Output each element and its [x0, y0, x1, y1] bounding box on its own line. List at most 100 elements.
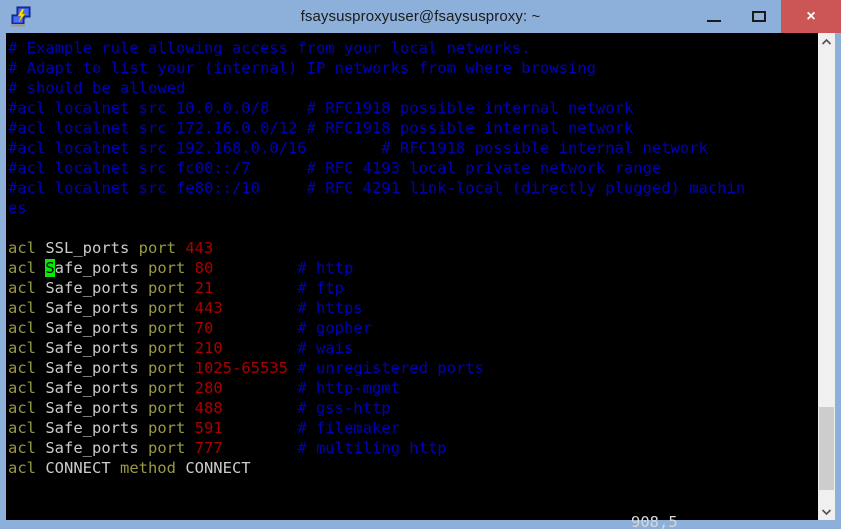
- terminal-text: acl: [8, 239, 46, 257]
- terminal-text: Safe_ports: [45, 339, 148, 357]
- terminal-text: acl: [8, 279, 46, 297]
- terminal-text: acl: [8, 399, 46, 417]
- close-button[interactable]: ×: [781, 0, 841, 33]
- terminal-text: # filemaker: [297, 419, 400, 437]
- terminal-text: 21: [194, 279, 214, 297]
- terminal-text: #acl localnet src 192.168.0.0/16 # RFC19…: [8, 139, 708, 157]
- cursor-position: 908,5: [631, 513, 678, 529]
- vertical-scrollbar[interactable]: [818, 33, 835, 520]
- terminal-text: # wais: [297, 339, 354, 357]
- terminal-line: es: [8, 198, 818, 218]
- terminal-text: #acl localnet src fc00::/7 # RFC 4193 lo…: [8, 159, 662, 177]
- terminal-text: port: [147, 339, 195, 357]
- terminal-text: port: [147, 279, 195, 297]
- terminal-text: Safe_ports: [45, 359, 148, 377]
- terminal-text: acl: [8, 339, 46, 357]
- terminal-text: port: [147, 319, 195, 337]
- maximize-button[interactable]: [736, 0, 781, 33]
- terminal-text: #acl localnet src 172.16.0.0/12 # RFC191…: [8, 119, 634, 137]
- terminal-line: acl SSL_ports port 443: [8, 238, 818, 258]
- terminal-text: port: [147, 379, 195, 397]
- terminal-line: acl Safe_ports port 777 # multiling http: [8, 438, 818, 458]
- chevron-down-icon: [821, 508, 832, 515]
- terminal-text: # http: [297, 259, 354, 277]
- terminal-text-area[interactable]: # Example rule allowing access from your…: [6, 33, 818, 520]
- terminal-text: acl: [8, 379, 46, 397]
- terminal-text: acl: [8, 439, 46, 457]
- putty-icon: [9, 5, 33, 29]
- terminal-window: fsaysusproxyuser@fsaysusproxy: ~ × # Exa…: [0, 0, 841, 529]
- chevron-up-icon: [821, 38, 832, 45]
- window-controls: ×: [691, 0, 841, 33]
- scrollbar-thumb[interactable]: [819, 407, 834, 490]
- terminal-text: # unregistered ports: [297, 359, 484, 377]
- terminal-line: acl Safe_ports port 591 # filemaker: [8, 418, 818, 438]
- terminal-line: #acl localnet src 10.0.0.0/8 # RFC1918 p…: [8, 98, 818, 118]
- terminal-line: #acl localnet src 172.16.0.0/12 # RFC191…: [8, 118, 818, 138]
- terminal-line: acl Safe_ports port 80 # http: [8, 258, 818, 278]
- terminal-text: # gopher: [297, 319, 372, 337]
- terminal-line: acl Safe_ports port 280 # http-mgmt: [8, 378, 818, 398]
- terminal-text: port: [147, 399, 195, 417]
- terminal-text: port: [147, 419, 195, 437]
- terminal-text: 1025-65535: [194, 359, 288, 377]
- terminal-text: 488: [194, 399, 223, 417]
- terminal-line: acl Safe_ports port 70 # gopher: [8, 318, 818, 338]
- terminal-text: port: [147, 359, 195, 377]
- minimize-icon: [706, 19, 721, 22]
- vim-status-line: 908,5 12%: [6, 492, 818, 529]
- minimize-button[interactable]: [691, 0, 736, 33]
- terminal-text: 280: [194, 379, 223, 397]
- scroll-up-button[interactable]: [818, 33, 835, 50]
- terminal-text: 210: [194, 339, 223, 357]
- terminal-text: 443: [194, 299, 223, 317]
- terminal-text: 80: [194, 259, 214, 277]
- terminal-text: # multiling http: [297, 439, 447, 457]
- terminal-text: 443: [185, 239, 214, 257]
- terminal-text: afe_ports: [54, 259, 148, 277]
- terminal-text: es: [8, 199, 27, 217]
- terminal-cursor: S: [45, 259, 55, 277]
- terminal-line: acl Safe_ports port 443 # https: [8, 298, 818, 318]
- terminal-text: Safe_ports: [45, 419, 148, 437]
- terminal-text: acl: [8, 359, 46, 377]
- terminal-text: method: [119, 459, 186, 477]
- terminal-line: acl Safe_ports port 488 # gss-http: [8, 398, 818, 418]
- terminal-text: # should be allowed: [8, 79, 186, 97]
- terminal-text: Safe_ports: [45, 379, 148, 397]
- terminal-text: port: [147, 299, 195, 317]
- terminal-text: SSL_ports: [45, 239, 139, 257]
- terminal-text: Safe_ports: [45, 399, 148, 417]
- terminal-text: # ftp: [297, 279, 344, 297]
- scrollbar-track[interactable]: [818, 50, 835, 503]
- terminal-text: 591: [194, 419, 223, 437]
- terminal-text: port: [148, 259, 195, 277]
- terminal-text: CONNECT: [185, 459, 251, 477]
- title-bar[interactable]: fsaysusproxyuser@fsaysusproxy: ~ ×: [0, 0, 841, 33]
- terminal-line: #acl localnet src fc00::/7 # RFC 4193 lo…: [8, 158, 818, 178]
- terminal-area: # Example rule allowing access from your…: [6, 33, 835, 529]
- terminal-text: # gss-http: [297, 399, 391, 417]
- terminal-line: #acl localnet src fe80::/10 # RFC 4291 l…: [8, 178, 818, 198]
- terminal-text: 70: [194, 319, 214, 337]
- terminal-text: acl: [8, 299, 46, 317]
- terminal-text: Safe_ports: [45, 319, 148, 337]
- terminal-line: acl Safe_ports port 210 # wais: [8, 338, 818, 358]
- terminal-text: # Adapt to list your (internal) IP netwo…: [8, 59, 596, 77]
- terminal-text: #acl localnet src 10.0.0.0/8 # RFC1918 p…: [8, 99, 634, 117]
- terminal-text: Safe_ports: [45, 299, 148, 317]
- terminal-text: acl: [8, 259, 46, 277]
- terminal-text: acl: [8, 419, 46, 437]
- terminal-line: # should be allowed: [8, 78, 818, 98]
- terminal-text: port: [138, 239, 186, 257]
- scroll-down-button[interactable]: [818, 503, 835, 520]
